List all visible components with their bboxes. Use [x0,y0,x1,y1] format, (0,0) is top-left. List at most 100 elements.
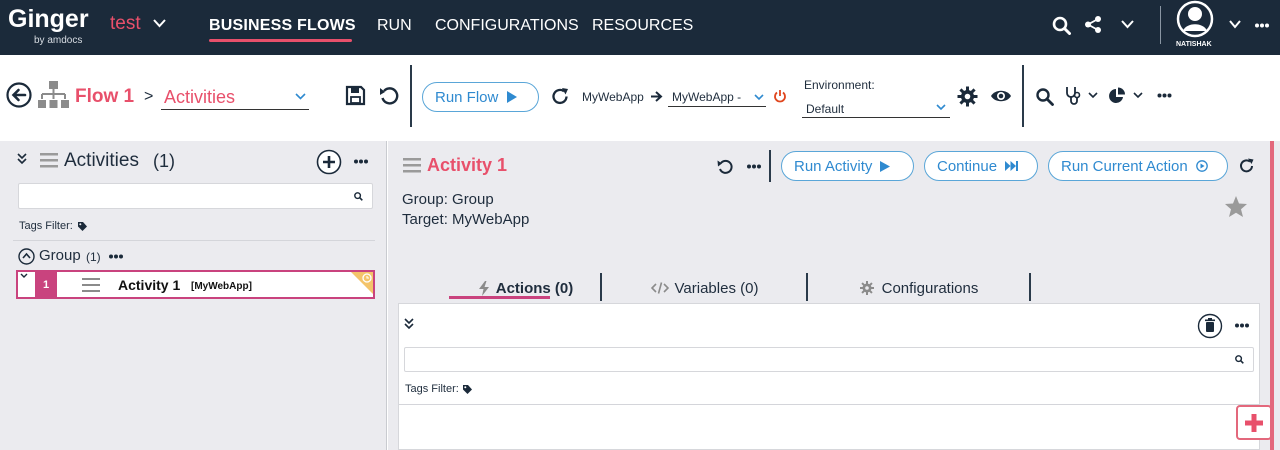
add-action-button[interactable] [1236,405,1272,440]
tag-icon[interactable] [78,222,87,231]
environment-select[interactable]: Default [806,102,844,116]
solution-selector[interactable]: test [110,12,141,36]
back-arrow-icon[interactable] [6,82,32,108]
group-count: (1) [86,250,101,264]
toolbar-divider [1022,65,1024,127]
more-options-icon[interactable] [1235,323,1249,328]
activities-count: (1) [153,151,175,171]
search-icon[interactable] [1036,88,1054,106]
toolbar-divider [769,150,771,182]
run-flow-label: Run Flow [435,88,499,106]
star-icon[interactable] [1224,195,1248,218]
eye-icon[interactable] [990,88,1012,104]
run-current-action-label: Run Current Action [1061,157,1188,175]
active-nav-underline [209,39,352,42]
activity-list-item[interactable]: 1 Activity 1 [MyWebApp] [16,270,375,299]
collapse-group-icon[interactable] [18,248,35,265]
user-avatar-icon[interactable] [1176,0,1214,38]
more-options-icon[interactable] [109,254,123,259]
drag-handle-icon[interactable] [82,278,100,292]
divider [13,240,375,241]
more-options-icon[interactable] [1255,23,1269,28]
nav-configurations[interactable]: CONFIGURATIONS [435,16,579,36]
activities-search-input[interactable] [18,183,373,209]
search-icon[interactable] [354,192,363,201]
gear-icon [859,281,874,295]
activities-panel: Activities (1) Tags Filter: Group (1) 1 … [0,141,387,450]
activity-index-badge: 1 [35,272,57,297]
delete-icon[interactable] [1197,313,1223,339]
topbar-divider [1160,6,1161,44]
chevron-down-icon[interactable] [20,273,28,279]
list-icon [40,153,58,168]
nav-resources[interactable]: RESOURCES [592,16,693,36]
nav-business-flows[interactable]: BUSINESS FLOWS [209,16,356,36]
activity-target-line: Target: MyWebApp [402,211,530,228]
tab-divider [1029,273,1031,301]
chevron-down-icon[interactable] [295,93,306,100]
save-icon[interactable] [345,85,366,106]
tab-variables[interactable]: Variables (0) [602,273,807,303]
view-select[interactable]: Activities [164,87,235,108]
plus-icon [1245,413,1263,432]
activities-title: Activities [64,150,139,171]
chevron-down-icon[interactable] [1133,92,1143,99]
run-activity-button[interactable]: Run Activity [781,151,914,181]
tags-filter-label: Tags Filter: [19,220,73,232]
environment-label: Environment: [804,78,875,92]
chevron-down-icon[interactable] [754,94,764,101]
flow-name[interactable]: Flow 1 [75,86,134,108]
target-app-underline [668,106,766,107]
chevron-down-icon[interactable] [153,19,166,28]
run-current-action-button[interactable]: Run Current Action [1048,151,1228,181]
active-tab-underline [449,296,550,299]
activity-detail-panel: Activity 1 Run Activity Continue Run Cur… [388,141,1280,450]
app-logo-subtitle: by amdocs [34,35,83,46]
run-flow-button[interactable]: Run Flow [422,82,539,112]
chevron-down-icon[interactable] [1121,20,1134,29]
actions-tags-filter-label: Tags Filter: [405,383,459,395]
more-options-icon[interactable] [1157,93,1172,98]
refresh-icon[interactable] [551,87,570,106]
tag-icon[interactable] [463,385,472,394]
add-activity-icon[interactable] [316,149,342,175]
chevron-down-icon[interactable] [1088,92,1098,99]
source-app-label: MyWebApp [582,90,644,104]
target-app-select[interactable]: MyWebApp - [672,90,741,104]
play-icon [506,91,518,103]
more-options-icon[interactable] [354,159,368,164]
pie-chart-icon[interactable] [1108,87,1126,105]
refresh-icon[interactable] [1239,158,1255,174]
chevron-down-icon[interactable] [1229,20,1241,29]
more-options-icon[interactable] [747,164,761,169]
collapse-all-icon[interactable] [403,318,415,330]
tab-configurations-label: Configurations [881,279,979,297]
user-name: NATISHAK [1176,41,1212,48]
group-name: Group [39,247,81,264]
toolbar-divider [410,65,412,127]
power-icon[interactable] [773,89,787,103]
nav-run[interactable]: RUN [377,16,412,36]
arrow-right-icon [651,91,663,102]
tab-variables-label: Variables (0) [674,279,759,297]
gear-icon[interactable] [957,86,978,107]
undo-icon[interactable] [379,85,400,106]
activity-title[interactable]: Activity 1 [427,155,507,176]
undo-icon[interactable] [717,158,734,175]
breadcrumb-separator: > [144,88,154,105]
fast-forward-icon [1005,161,1019,171]
tab-configurations[interactable]: Configurations [808,273,1030,303]
stethoscope-icon[interactable] [1064,86,1082,106]
actions-list-area: Tags Filter: [398,303,1260,450]
search-icon[interactable] [1235,355,1244,364]
top-navigation-bar: Ginger by amdocs test BUSINESS FLOWS RUN… [0,0,1280,55]
play-circle-icon [1195,160,1208,172]
environment-underline [802,117,950,118]
chevron-down-icon[interactable] [936,104,946,111]
actions-search-input[interactable] [404,347,1254,372]
collapse-all-icon[interactable] [16,153,28,165]
continue-button[interactable]: Continue [924,151,1038,181]
share-icon[interactable] [1084,15,1102,34]
search-icon[interactable] [1052,16,1071,35]
business-flow-toolbar: Flow 1 > Activities Run Flow MyWebApp My… [0,55,1280,141]
